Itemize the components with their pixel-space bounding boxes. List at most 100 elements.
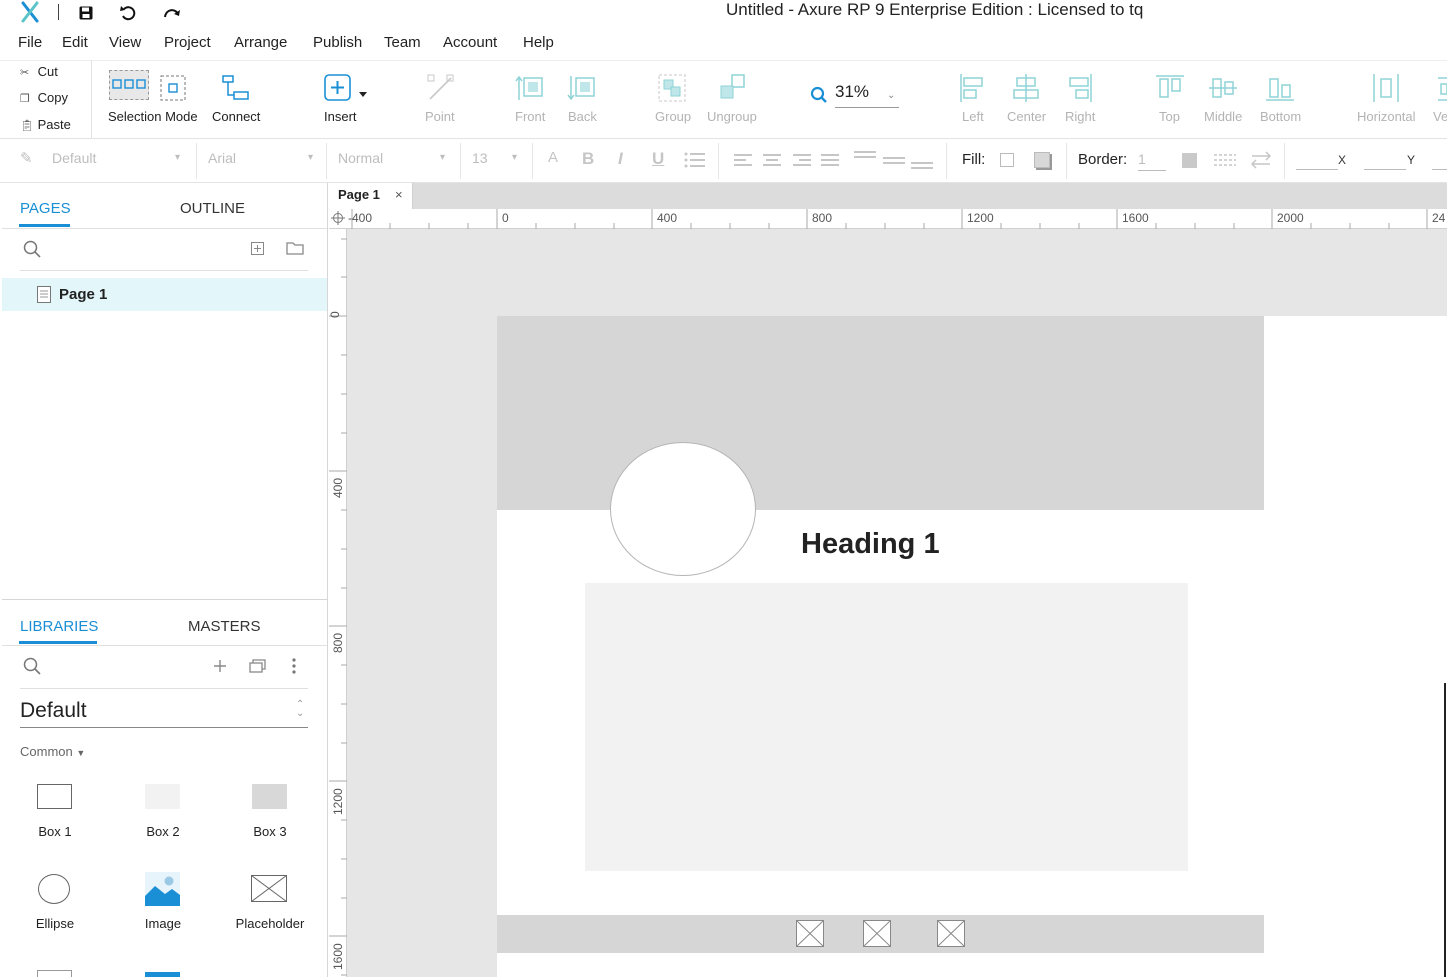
tab-libraries[interactable]: LIBRARIES: [20, 618, 98, 635]
vertical-ruler: [329, 229, 347, 977]
widget-partial-button[interactable]: [145, 972, 180, 977]
style-dropdown[interactable]: ✎ Default ▾: [20, 146, 188, 174]
distribute-vertical-icon[interactable]: [1436, 74, 1447, 104]
font-dropdown[interactable]: Arial ▾: [208, 146, 320, 174]
point-icon[interactable]: [425, 72, 457, 104]
library-select[interactable]: Default ⌃ ⌄: [20, 696, 308, 728]
search-icon[interactable]: [23, 240, 41, 258]
search-icon[interactable]: [23, 657, 41, 675]
header-band-shape[interactable]: [497, 316, 1264, 510]
widget-box3[interactable]: Box 3: [230, 776, 310, 840]
menu-publish[interactable]: Publish: [313, 34, 362, 51]
widget-box1[interactable]: Box 1: [15, 776, 95, 840]
more-options-icon[interactable]: [291, 658, 297, 674]
italic-icon[interactable]: I: [618, 149, 623, 169]
border-style-icon[interactable]: [1214, 152, 1236, 168]
shadow-swatch[interactable]: [1034, 152, 1050, 168]
send-back-icon[interactable]: [566, 72, 598, 104]
widget-box2[interactable]: Box 2: [123, 776, 203, 840]
align-text-right-icon[interactable]: [793, 153, 811, 167]
menu-help[interactable]: Help: [523, 34, 554, 51]
align-center-icon[interactable]: [1010, 72, 1042, 104]
updown-chevron-icon: ⌃ ⌄: [296, 699, 305, 719]
tab-masters[interactable]: MASTERS: [188, 618, 261, 635]
placeholder-shape[interactable]: [796, 920, 824, 947]
widget-image[interactable]: Image: [123, 868, 203, 932]
library-folders-icon[interactable]: [249, 658, 267, 673]
menu-team[interactable]: Team: [384, 34, 421, 51]
scissors-icon: ✂: [20, 67, 30, 79]
align-bottom-icon[interactable]: [1264, 72, 1296, 104]
intersect-mode-icon[interactable]: [159, 74, 187, 102]
copy-button[interactable]: ❐ Copy: [20, 90, 68, 105]
widget-ellipse[interactable]: Ellipse: [15, 868, 95, 932]
close-icon[interactable]: ×: [395, 187, 403, 202]
paste-button[interactable]: 📋︎ Paste: [20, 117, 71, 132]
library-section-toggle[interactable]: Common ▼: [20, 744, 85, 759]
font-weight-dropdown[interactable]: Normal ▾: [338, 146, 454, 174]
tab-outline[interactable]: OUTLINE: [180, 200, 245, 217]
align-text-justify-icon[interactable]: [821, 153, 839, 167]
cut-button[interactable]: ✂ Cut: [20, 64, 58, 79]
font-color-icon[interactable]: A: [548, 149, 558, 166]
underline-icon[interactable]: U: [652, 149, 664, 169]
width-input[interactable]: [1432, 152, 1447, 170]
widget-partial-box[interactable]: [37, 970, 72, 977]
menu-file[interactable]: File: [18, 34, 42, 51]
widget-placeholder[interactable]: Placeholder: [230, 868, 310, 932]
align-right-icon[interactable]: [1063, 72, 1095, 104]
connect-icon[interactable]: [220, 72, 252, 104]
redo-icon[interactable]: [161, 2, 183, 24]
align-center-label: Center: [1007, 109, 1047, 124]
ungroup-icon[interactable]: [716, 72, 748, 104]
back-label: Back: [568, 109, 597, 124]
border-color-swatch[interactable]: [1182, 153, 1197, 168]
ruler-origin-icon[interactable]: [331, 211, 345, 225]
align-middle-icon[interactable]: [1207, 72, 1239, 104]
content-box-shape[interactable]: [585, 583, 1188, 871]
menu-project[interactable]: Project: [164, 34, 211, 51]
heading-text[interactable]: Heading 1: [801, 528, 940, 561]
valign-bottom-icon[interactable]: [911, 150, 933, 170]
libraries-search-underline: [20, 688, 308, 689]
ellipse-shape[interactable]: [610, 442, 756, 576]
distribute-horizontal-icon[interactable]: [1370, 72, 1402, 104]
add-library-icon[interactable]: [213, 659, 227, 673]
insert-icon[interactable]: [322, 72, 370, 104]
undo-icon[interactable]: [117, 2, 139, 24]
font-size-dropdown[interactable]: 13 ▾: [472, 146, 524, 174]
bring-front-icon[interactable]: [514, 72, 546, 104]
bullet-list-icon[interactable]: [684, 152, 706, 168]
group-icon[interactable]: [656, 72, 688, 104]
add-page-icon[interactable]: [251, 242, 264, 255]
panel-split-divider[interactable]: [2, 599, 327, 600]
paste-icon: 📋︎: [20, 120, 34, 132]
placeholder-shape[interactable]: [863, 920, 891, 947]
menu-edit[interactable]: Edit: [62, 34, 88, 51]
align-left-icon[interactable]: [957, 72, 989, 104]
widget-box3-label: Box 3: [253, 824, 287, 839]
tab-pages[interactable]: PAGES: [20, 200, 71, 217]
save-icon[interactable]: [75, 2, 97, 24]
valign-top-icon[interactable]: [854, 150, 876, 170]
format-separator: [946, 143, 947, 179]
fill-color-swatch[interactable]: [1000, 153, 1014, 167]
arrow-style-icon[interactable]: [1250, 151, 1272, 169]
library-section-label: Common: [20, 744, 73, 759]
align-text-center-icon[interactable]: [763, 153, 781, 167]
menu-view[interactable]: View: [109, 34, 141, 51]
valign-middle-icon[interactable]: [883, 150, 905, 170]
x-position-input[interactable]: [1296, 152, 1338, 170]
y-position-input[interactable]: [1364, 152, 1406, 170]
menu-arrange[interactable]: Arrange: [234, 34, 287, 51]
y-label: Y: [1407, 153, 1416, 167]
align-top-icon[interactable]: [1154, 72, 1186, 104]
align-text-left-icon[interactable]: [734, 153, 752, 167]
document-tab-page1[interactable]: Page 1 ×: [329, 183, 413, 209]
placeholder-shape[interactable]: [937, 920, 965, 947]
zoom-dropdown[interactable]: 31% ⌄: [835, 82, 899, 108]
border-width-input[interactable]: 1: [1138, 151, 1166, 171]
menu-account[interactable]: Account: [443, 34, 497, 51]
bold-icon[interactable]: B: [582, 149, 594, 169]
add-folder-icon[interactable]: [286, 241, 304, 255]
